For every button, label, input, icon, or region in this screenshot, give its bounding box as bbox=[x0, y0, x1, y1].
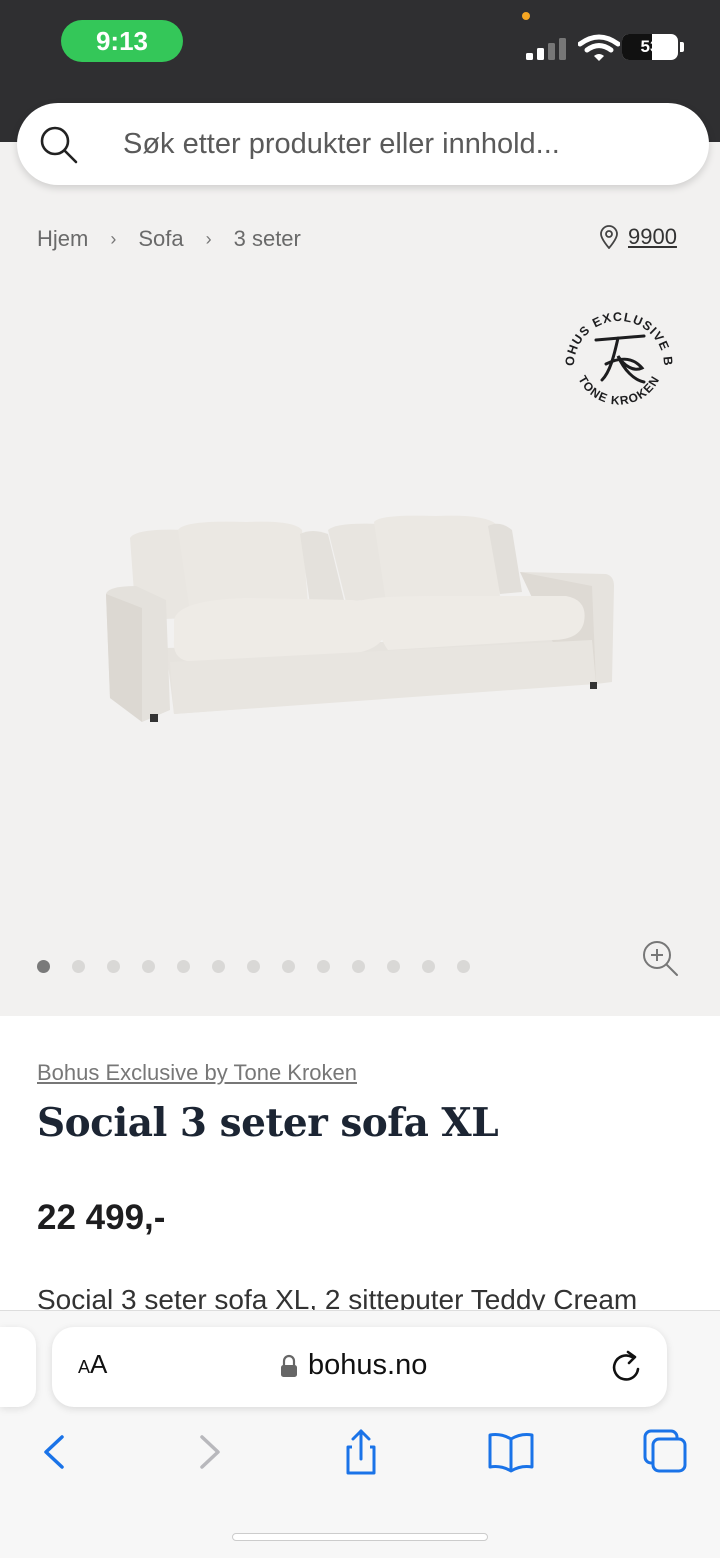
location-pin-icon bbox=[600, 225, 618, 249]
privacy-indicator-dot bbox=[522, 12, 530, 20]
cellular-signal-icon bbox=[526, 38, 566, 60]
battery-level: 53 bbox=[640, 37, 660, 56]
product-description: Social 3 seter sofa XL, 2 sitteputer Ted… bbox=[37, 1284, 638, 1310]
product-image-sofa[interactable] bbox=[96, 500, 626, 730]
address-bar[interactable]: AA bohus.no bbox=[52, 1327, 667, 1407]
carousel-dot[interactable] bbox=[107, 960, 120, 973]
status-time[interactable]: 9:13 bbox=[61, 20, 183, 62]
brand-link[interactable]: Bohus Exclusive by Tone Kroken bbox=[37, 1060, 357, 1086]
breadcrumb-separator: › bbox=[110, 228, 117, 249]
breadcrumb: Hjem › Sofa › 3 seter bbox=[37, 222, 301, 256]
bookmarks-icon[interactable] bbox=[486, 1427, 536, 1477]
share-icon[interactable] bbox=[336, 1427, 386, 1477]
carousel-dot[interactable] bbox=[177, 960, 190, 973]
svg-text:TONE KROKEN: TONE KROKEN bbox=[575, 373, 662, 408]
carousel-dots bbox=[37, 960, 492, 974]
previous-tab-edge[interactable] bbox=[0, 1327, 36, 1407]
carousel-dot[interactable] bbox=[387, 960, 400, 973]
carousel-dot[interactable] bbox=[317, 960, 330, 973]
search-bar[interactable] bbox=[17, 103, 709, 185]
carousel-dot[interactable] bbox=[457, 960, 470, 973]
breadcrumb-home[interactable]: Hjem bbox=[37, 226, 88, 252]
back-icon[interactable] bbox=[30, 1427, 80, 1477]
breadcrumb-separator: › bbox=[205, 228, 212, 249]
carousel-dot[interactable] bbox=[282, 960, 295, 973]
lock-icon bbox=[281, 1354, 297, 1377]
search-icon[interactable] bbox=[39, 125, 79, 165]
product-title: Social 3 seter sofa XL bbox=[37, 1100, 499, 1146]
postal-code[interactable]: 9900 bbox=[628, 224, 677, 250]
tabs-icon[interactable] bbox=[640, 1427, 690, 1477]
reader-aa-button[interactable]: AA bbox=[78, 1349, 107, 1380]
carousel-dot[interactable] bbox=[212, 960, 225, 973]
carousel-dot[interactable] bbox=[37, 960, 50, 973]
search-input[interactable] bbox=[123, 121, 683, 167]
battery-indicator: 53 bbox=[622, 34, 684, 60]
browser-toolbar: AA bohus.no bbox=[0, 1310, 720, 1558]
breadcrumb-sofa[interactable]: Sofa bbox=[138, 226, 183, 252]
url-display[interactable]: bohus.no bbox=[280, 1349, 427, 1382]
carousel-dot[interactable] bbox=[422, 960, 435, 973]
wifi-icon bbox=[578, 34, 620, 61]
reload-icon[interactable] bbox=[610, 1349, 644, 1385]
home-indicator bbox=[232, 1533, 488, 1541]
breadcrumb-3-seter[interactable]: 3 seter bbox=[234, 226, 301, 252]
carousel-dot[interactable] bbox=[247, 960, 260, 973]
carousel-dot[interactable] bbox=[142, 960, 155, 973]
url-text: bohus.no bbox=[308, 1349, 428, 1381]
product-price: 22 499,- bbox=[37, 1198, 166, 1237]
carousel-dot[interactable] bbox=[352, 960, 365, 973]
product-info: Bohus Exclusive by Tone Kroken Social 3 … bbox=[0, 1016, 720, 1310]
carousel-dot[interactable] bbox=[72, 960, 85, 973]
forward-icon[interactable] bbox=[184, 1427, 234, 1477]
bohus-exclusive-badge-logo: BOHUS EXCLUSIVE BY TONE KROKEN bbox=[556, 296, 675, 408]
delivery-location[interactable]: 9900 bbox=[598, 222, 677, 252]
zoom-icon[interactable] bbox=[640, 938, 680, 978]
svg-text:BOHUS EXCLUSIVE BY: BOHUS EXCLUSIVE BY bbox=[556, 296, 675, 367]
